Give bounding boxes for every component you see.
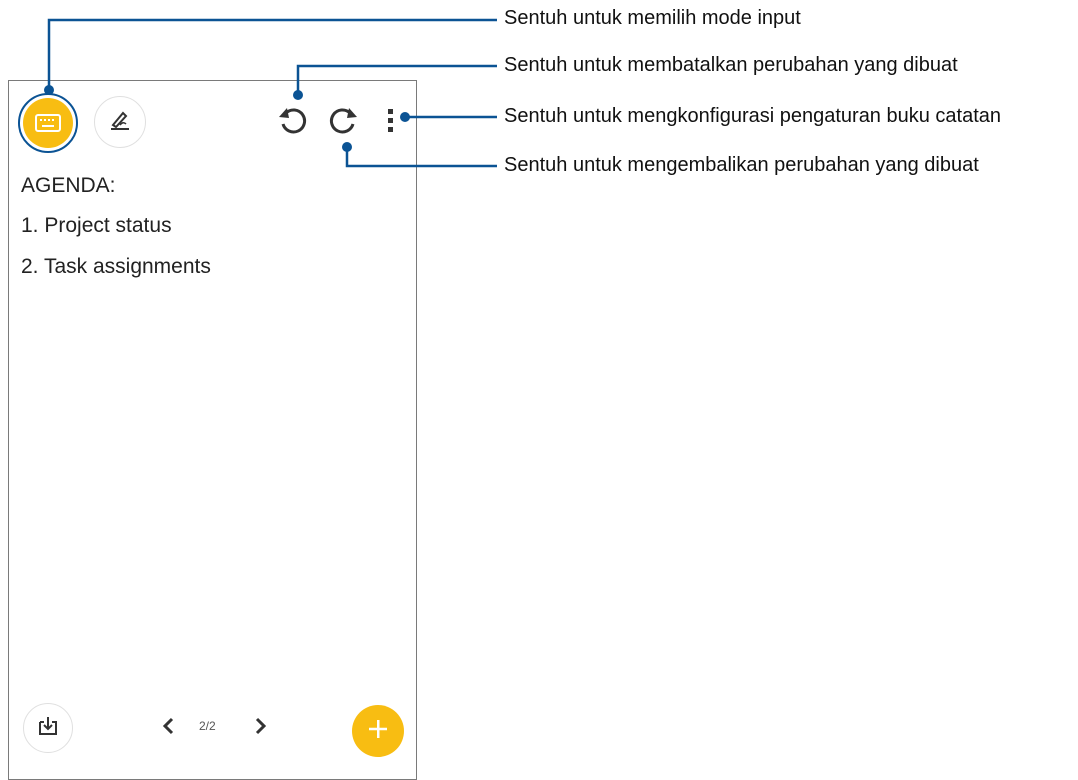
callout-dot-undo [293,90,303,100]
callout-line-input-mode [47,18,497,90]
callout-line-undo [296,64,497,95]
callout-line-redo [345,147,497,168]
callout-redo: Sentuh untuk mengembalikan perubahan yan… [504,154,979,176]
callout-undo: Sentuh untuk membatalkan perubahan yang … [504,54,958,76]
callout-dot-input-mode [44,85,54,95]
callout-settings: Sentuh untuk mengkonfigurasi pengaturan … [504,105,1002,127]
callout-input-mode: Sentuh untuk memilih mode input [504,7,801,29]
callout-dot-settings [400,112,410,122]
callout-dot-redo [342,142,352,152]
